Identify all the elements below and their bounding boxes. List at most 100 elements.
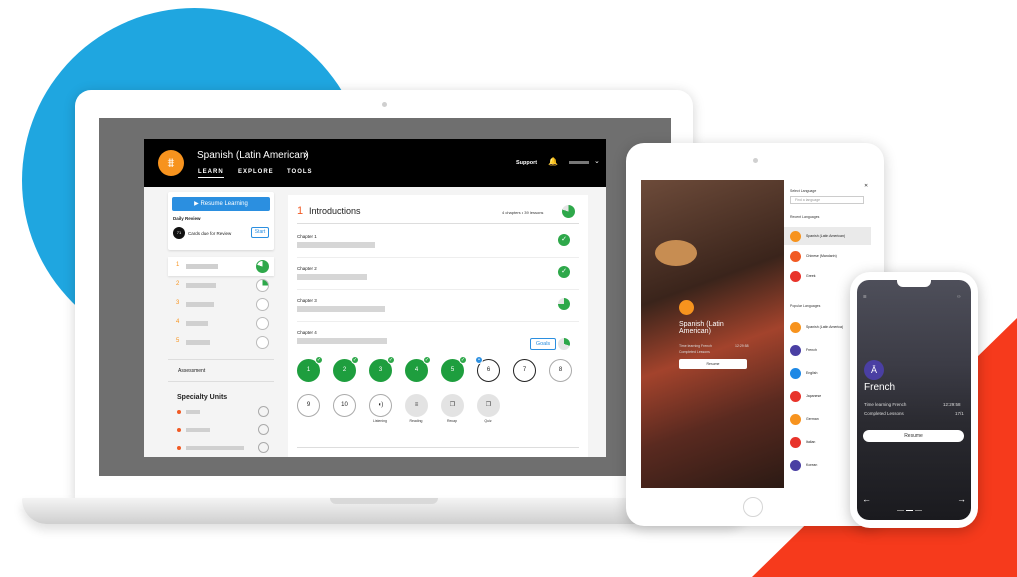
menu-icon[interactable]: ☰ <box>863 294 867 299</box>
language-name: German <box>806 417 819 421</box>
select-language-label: Select Language <box>790 189 817 193</box>
course-title[interactable]: Spanish (Latin American) <box>197 150 309 161</box>
specialty-unit-row[interactable] <box>168 422 274 438</box>
chapter-title-placeholder <box>297 338 387 344</box>
language-icon <box>790 322 801 333</box>
stat-label: Time learning French <box>864 402 907 407</box>
chapter-title-placeholder <box>297 306 385 312</box>
divider <box>168 381 274 382</box>
lesson-8[interactable]: 8 <box>549 359 572 382</box>
listening-button[interactable]: ◖) <box>369 394 392 417</box>
chevron-down-icon[interactable]: ⌄ <box>594 157 600 165</box>
unit-title-placeholder <box>186 302 214 307</box>
language-icon <box>790 271 801 282</box>
lesson-10[interactable]: 10 <box>333 394 356 417</box>
bell-icon[interactable]: 🔔 <box>548 157 558 166</box>
check-icon: ✓ <box>423 356 431 364</box>
language-icon <box>790 414 801 425</box>
document-lines-icon: ≡ <box>414 402 419 408</box>
progress-circle <box>258 406 269 417</box>
page-dot <box>915 509 922 511</box>
chevron-right-icon[interactable]: › <box>304 149 308 161</box>
lesson-9[interactable]: 9 <box>297 394 320 417</box>
start-review-button[interactable]: Start <box>251 227 269 238</box>
assessment-link[interactable]: Assessment <box>178 368 205 374</box>
language-letter-icon: Ā <box>864 360 884 380</box>
activity-caption: Quiz <box>484 419 492 423</box>
arrow-right-icon[interactable]: → <box>957 494 966 504</box>
chapter-label: Chapter 2 <box>297 266 317 271</box>
language-item[interactable]: Chinese (Mandarin) <box>784 247 871 265</box>
tablet-camera <box>753 158 758 163</box>
sidebar-unit-2[interactable]: 2 <box>168 276 274 295</box>
language-icon <box>790 231 801 242</box>
cards-count-badge: 71 <box>173 227 185 239</box>
daily-review-label: Daily Review <box>173 216 201 221</box>
nav-learn[interactable]: LEARN <box>198 169 224 178</box>
chapter-label: Chapter 3 <box>297 298 317 303</box>
quiz-button[interactable]: ❐ <box>477 394 500 417</box>
resume-button[interactable]: Resume <box>679 359 747 369</box>
close-icon[interactable]: ✕ <box>864 183 868 189</box>
laptop-screen: ⩩ Spanish (Latin American) › LEARN EXPLO… <box>144 139 606 457</box>
specialty-unit-row[interactable] <box>168 404 274 420</box>
divider <box>297 223 579 224</box>
cards-due-text: Cards due for Review <box>188 231 232 236</box>
bullet-icon <box>177 410 181 414</box>
check-icon: ✓ <box>558 234 570 246</box>
chapter-title-placeholder <box>297 242 375 248</box>
unit-progress-pie <box>256 260 269 273</box>
stat-value: 12:29:58 <box>735 344 749 348</box>
bullet-icon <box>177 428 181 432</box>
unit-number: 5 <box>176 338 180 344</box>
phone-notch <box>897 280 931 287</box>
stat-label: Completed Lessons <box>864 411 904 416</box>
tablet-screen: Spanish (Latin American) Time learning F… <box>641 180 871 488</box>
language-pillar-icon <box>679 300 694 315</box>
recap-button[interactable]: ❐ <box>441 394 464 417</box>
language-icon <box>790 345 801 356</box>
language-icon <box>790 391 801 402</box>
progress-circle <box>258 424 269 435</box>
basket-photo-detail <box>655 240 697 266</box>
language-item[interactable]: Spanish (Latin American) <box>784 227 871 245</box>
language-search-input[interactable]: Find a language <box>790 196 864 204</box>
unit-progress-pie <box>256 336 269 349</box>
sidebar-unit-5[interactable]: 5 <box>168 333 274 352</box>
profile-icon[interactable]: ⚇ <box>957 294 961 299</box>
lesson-7[interactable]: 7 <box>513 359 536 382</box>
laptop-notch <box>330 498 438 504</box>
chapter-progress-pie <box>558 298 570 310</box>
specialty-title-placeholder <box>186 428 210 432</box>
reading-button[interactable]: ≡ <box>405 394 428 417</box>
language-name: French <box>806 348 817 352</box>
nav-tools[interactable]: TOOLS <box>287 169 313 175</box>
language-name: Spanish (Latin American) <box>806 234 846 238</box>
goals-button[interactable]: Goals <box>530 338 556 350</box>
support-link[interactable]: Support <box>516 160 537 166</box>
language-pillar-icon[interactable]: ⩩ <box>158 150 184 176</box>
sidebar-unit-3[interactable]: 3 <box>168 295 274 314</box>
unit-number: 3 <box>176 300 180 306</box>
specialty-unit-row[interactable] <box>168 440 274 456</box>
divider <box>297 257 579 258</box>
resume-learning-button[interactable]: ▶ Resume Learning <box>172 197 270 211</box>
arrow-left-icon[interactable]: ← <box>862 494 871 504</box>
resume-button[interactable]: Resume <box>863 430 964 442</box>
nav-explore[interactable]: EXPLORE <box>238 169 274 175</box>
user-menu-name[interactable] <box>569 161 589 164</box>
stat-label: Time learning French <box>679 344 712 348</box>
laptop-camera <box>382 102 387 107</box>
unit-title-placeholder <box>186 340 210 345</box>
unit-meta: 4 chapters • 39 lessons <box>502 210 544 215</box>
page-dot-active <box>906 509 913 511</box>
resume-card: ▶ Resume Learning Daily Review 71 Cards … <box>168 192 274 250</box>
sidebar-unit-4[interactable]: 4 <box>168 314 274 333</box>
language-name: Spanish (Latin America) <box>806 325 844 329</box>
sidebar-unit-1[interactable]: 1 <box>168 257 274 276</box>
unit-progress-pie <box>256 298 269 311</box>
specialty-units-heading: Specialty Units <box>177 394 228 401</box>
language-name: English <box>806 371 818 375</box>
unit-number: 2 <box>176 281 180 287</box>
recent-languages-label: Recent Languages <box>790 215 820 219</box>
